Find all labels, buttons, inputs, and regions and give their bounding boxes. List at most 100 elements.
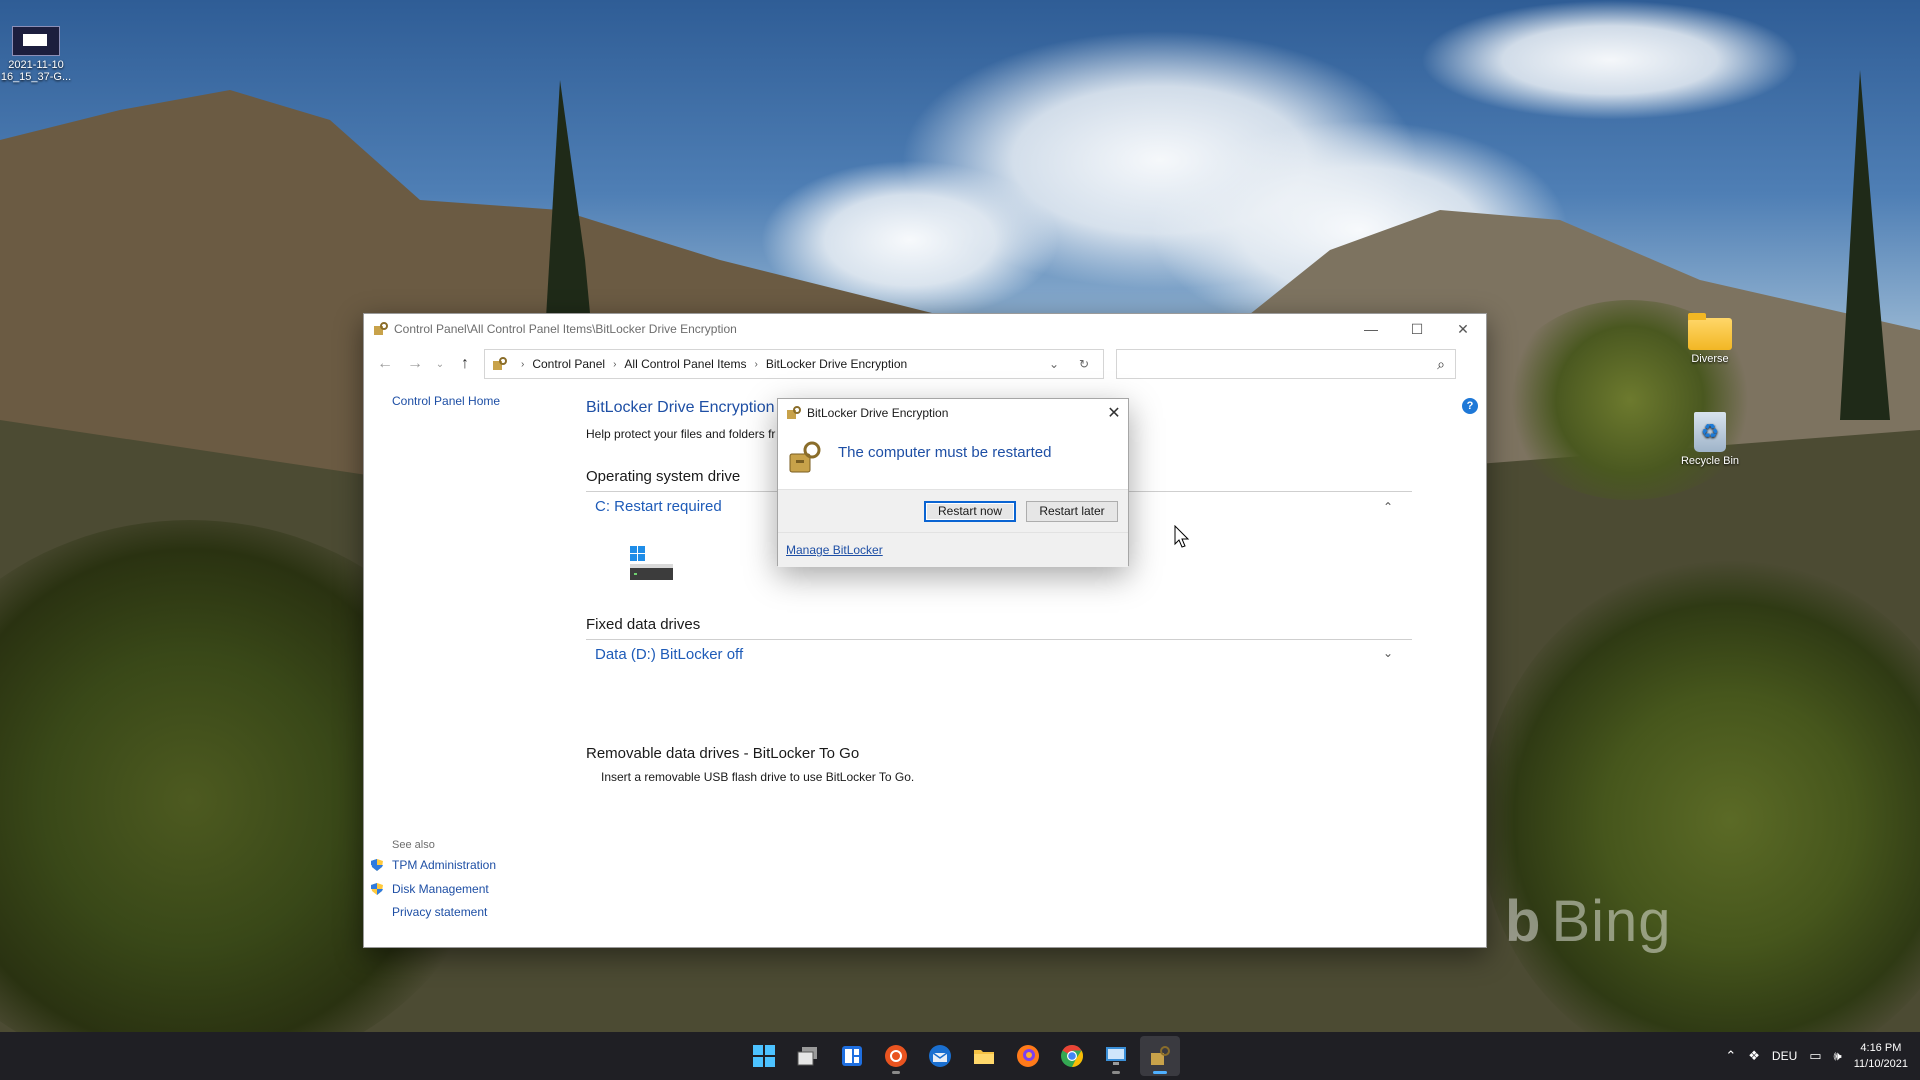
desktop-icon-label: Diverse — [1691, 353, 1729, 365]
recent-locations-chevron-icon[interactable]: ⌄ — [430, 349, 450, 379]
firefox-app[interactable] — [1008, 1036, 1048, 1076]
fixed-drive-row[interactable]: Data (D:) BitLocker off — [595, 646, 743, 663]
refresh-icon[interactable]: ↻ — [1069, 357, 1099, 371]
address-dropdown-chevron-icon[interactable]: ⌄ — [1039, 357, 1069, 371]
mouse-cursor-icon — [1174, 525, 1190, 548]
breadcrumb-separator-icon[interactable]: › — [613, 359, 616, 370]
breadcrumb-separator-icon: › — [521, 358, 525, 370]
section-divider — [586, 639, 1412, 640]
desktop-icon-screenshot[interactable]: 2021-11-10 16_15_37-G... — [0, 26, 76, 83]
bitlocker-icon — [374, 322, 388, 335]
up-arrow-icon[interactable]: ↑ — [450, 349, 480, 379]
search-input[interactable]: ⌕ — [1116, 349, 1456, 379]
dialog-close-icon[interactable]: ✕ — [1100, 399, 1128, 427]
removable-drives-note: Insert a removable USB flash drive to us… — [601, 770, 915, 784]
system-tray: ⌃ ❖ DEU ▭ 🕪 4:16 PM 11/10/2021 — [1725, 1032, 1908, 1080]
os-drive-row[interactable]: C: Restart required — [595, 498, 722, 515]
volume-icon[interactable]: 🕪 — [1834, 1048, 1842, 1064]
breadcrumb-separator-icon[interactable]: › — [754, 359, 757, 370]
removable-drives-section-title: Removable data drives - BitLocker To Go — [586, 745, 860, 762]
recycle-bin-icon: ♻ — [1694, 412, 1726, 452]
system-drive-icon — [630, 546, 673, 580]
desktop-icon-recycle-bin[interactable]: ♻ Recycle Bin — [1670, 412, 1750, 467]
running-indicator — [892, 1071, 900, 1074]
clock-time: 4:16 PM — [1860, 1042, 1902, 1054]
minimize-button[interactable]: — — [1348, 314, 1394, 344]
chevron-up-icon[interactable]: ⌃ — [1383, 500, 1393, 514]
task-view-button[interactable] — [788, 1036, 828, 1076]
navigation-bar: ← → ⌄ ↑ › Control Panel › All Control Pa… — [364, 344, 1486, 384]
chrome-app[interactable] — [1052, 1036, 1092, 1076]
dialog-button-bar: Restart now Restart later — [778, 489, 1128, 532]
dialog-body: The computer must be restarted — [778, 427, 1128, 489]
file-explorer-app[interactable] — [964, 1036, 1004, 1076]
bitlocker-icon — [787, 406, 801, 419]
dropbox-icon[interactable]: ❖ — [1748, 1048, 1760, 1064]
windows-logo-icon — [753, 1045, 775, 1067]
bitlocker-app[interactable] — [1140, 1036, 1180, 1076]
uac-shield-icon — [371, 883, 383, 895]
firefox-icon — [1017, 1045, 1039, 1067]
desktop-icon-label: 2021-11-10 16_15_37-G... — [0, 59, 72, 83]
restart-later-button[interactable]: Restart later — [1026, 500, 1118, 522]
folder-icon — [1688, 313, 1732, 350]
restart-now-button[interactable]: Restart now — [924, 500, 1016, 522]
control-panel-home-link[interactable]: Control Panel Home — [392, 394, 500, 408]
bing-watermark: b Bing — [1505, 889, 1672, 954]
remote-desktop-app[interactable] — [1096, 1036, 1136, 1076]
tpm-administration-link[interactable]: TPM Administration — [370, 858, 496, 872]
remote-desktop-icon — [1106, 1047, 1126, 1065]
thunderbird-app[interactable] — [920, 1036, 960, 1076]
window-titlebar[interactable]: Control Panel\All Control Panel Items\Bi… — [364, 314, 1486, 344]
bing-logo-icon: b — [1505, 889, 1542, 954]
close-button[interactable]: ✕ — [1440, 314, 1486, 344]
disk-management-link[interactable]: Disk Management — [370, 882, 489, 896]
bitlocker-key-icon — [789, 441, 821, 473]
clock[interactable]: 4:16 PM 11/10/2021 — [1854, 1040, 1908, 1072]
running-indicator — [1112, 1071, 1120, 1074]
see-also-heading: See also — [392, 839, 435, 851]
page-title: BitLocker Drive Encryption — [586, 399, 775, 416]
address-bar[interactable]: › Control Panel › All Control Panel Item… — [484, 349, 1104, 379]
breadcrumb-control-panel[interactable]: Control Panel — [532, 357, 605, 371]
bitlocker-icon — [493, 357, 507, 370]
thunderbird-icon — [929, 1045, 951, 1067]
task-view-icon — [797, 1047, 817, 1066]
maximize-button[interactable]: ☐ — [1394, 314, 1440, 344]
image-file-icon — [12, 26, 60, 56]
dialog-titlebar[interactable]: BitLocker Drive Encryption ✕ — [778, 399, 1128, 427]
taskbar-apps — [744, 1032, 1180, 1080]
help-icon[interactable]: ? — [1462, 398, 1478, 414]
back-arrow-icon[interactable]: ← — [370, 349, 400, 379]
see-also-label: Disk Management — [392, 882, 489, 896]
privacy-statement-link[interactable]: Privacy statement — [392, 905, 487, 919]
desktop-icon-diverse[interactable]: Diverse — [1670, 313, 1750, 365]
chrome-icon — [1061, 1045, 1083, 1067]
clock-date: 11/10/2021 — [1853, 1058, 1908, 1070]
network-icon[interactable]: ▭ — [1809, 1048, 1821, 1064]
see-also-label: TPM Administration — [392, 858, 497, 872]
manage-bitlocker-link[interactable]: Manage BitLocker — [786, 543, 883, 557]
breadcrumb-bitlocker[interactable]: BitLocker Drive Encryption — [766, 357, 907, 371]
left-navigation-pane: Control Panel Home See also TPM Administ… — [364, 384, 524, 947]
search-icon: ⌕ — [1437, 355, 1445, 372]
taskbar: ⌃ ❖ DEU ▭ 🕪 4:16 PM 11/10/2021 — [0, 1032, 1920, 1080]
page-description: Help protect your files and folders fr — [586, 427, 776, 441]
input-language-indicator[interactable]: DEU — [1772, 1049, 1797, 1063]
desktop-icon-label: Recycle Bin — [1680, 455, 1740, 467]
folder-icon — [974, 1050, 994, 1064]
widgets-icon — [842, 1046, 862, 1066]
ubuntu-app[interactable] — [876, 1036, 916, 1076]
show-hidden-icons-chevron-icon[interactable]: ⌃ — [1725, 1048, 1736, 1064]
see-also-label: Privacy statement — [392, 905, 488, 919]
widgets-button[interactable] — [832, 1036, 872, 1076]
forward-arrow-icon[interactable]: → — [400, 349, 430, 379]
os-drive-section-title: Operating system drive — [586, 468, 741, 485]
dialog-message: The computer must be restarted — [838, 443, 1052, 461]
breadcrumb-all-items[interactable]: All Control Panel Items — [624, 357, 746, 371]
window-title: Control Panel\All Control Panel Items\Bi… — [394, 322, 737, 336]
active-indicator — [1153, 1071, 1167, 1074]
restart-dialog: BitLocker Drive Encryption ✕ The compute… — [777, 398, 1129, 567]
chevron-down-icon[interactable]: ⌄ — [1383, 646, 1393, 660]
start-button[interactable] — [744, 1036, 784, 1076]
